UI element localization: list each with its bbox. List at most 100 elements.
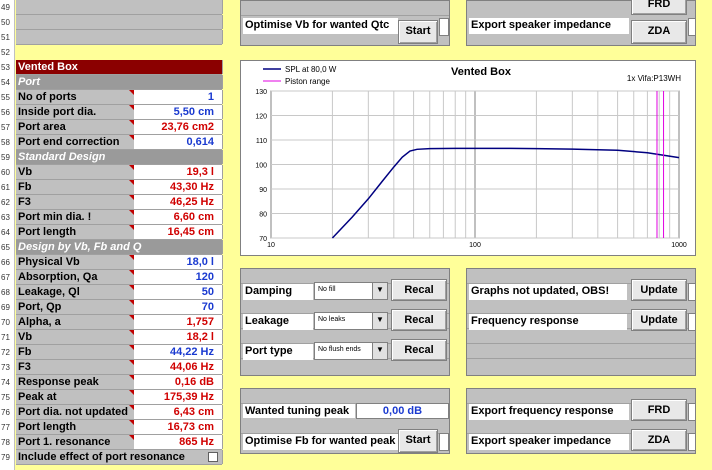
damping-recal-button[interactable]: Recal: [391, 279, 447, 301]
standard-param-row: Fb 43,30 Hz: [16, 180, 223, 195]
include-effect-checkbox[interactable]: [208, 452, 218, 462]
damping-select[interactable]: No fill ▼: [314, 282, 388, 300]
standard-param-row: F3 46,25 Hz: [16, 195, 223, 210]
tuning-box: Wanted tuning peak 0,00 dB Optimise Fb f…: [240, 388, 450, 454]
design-param-value-cell[interactable]: 6,43 cm: [134, 405, 223, 419]
port-type-label: Port type: [243, 344, 313, 360]
leakage-label: Leakage: [243, 314, 313, 330]
row-number: 61: [1, 183, 10, 192]
standard-param-value-cell[interactable]: 6,60 cm: [134, 210, 223, 224]
design-section-header: Design by Vb, Fb and Q: [18, 241, 142, 253]
optimise-fb-start-button[interactable]: Start: [398, 429, 438, 453]
design-param-value-cell[interactable]: 18,0 l: [134, 255, 223, 269]
standard-param-label: F3: [18, 196, 31, 208]
standard-param-value-cell[interactable]: 19,3 l: [134, 165, 223, 179]
design-param-value-cell[interactable]: 18,2 l: [134, 330, 223, 344]
standard-design-header-row: Standard Design: [16, 150, 223, 165]
port-param-value-cell[interactable]: 5,50 cm: [134, 105, 223, 119]
frd-button-top[interactable]: FRD: [631, 0, 687, 15]
chevron-down-icon: ▼: [372, 313, 387, 329]
standard-param-label: Port min dia. !: [18, 211, 92, 223]
design-param-value-cell[interactable]: 44,22 Hz: [134, 345, 223, 359]
row-number: 57: [1, 123, 10, 132]
design-param-row: Absorption, Qa 120: [16, 270, 223, 285]
port-param-value: 1: [207, 91, 214, 103]
design-param-label: Absorption, Qa: [18, 271, 98, 283]
design-param-value-cell[interactable]: 120: [134, 270, 223, 284]
row-number: 77: [1, 423, 10, 432]
design-param-value-cell[interactable]: 70: [134, 300, 223, 314]
optimise-fb-label: Optimise Fb for wanted peak: [243, 434, 398, 450]
design-param-value: 18,2 l: [186, 331, 214, 343]
design-param-value-cell[interactable]: 44,06 Hz: [134, 360, 223, 374]
standard-param-value-cell[interactable]: 46,25 Hz: [134, 195, 223, 209]
graphs-update-button[interactable]: Update: [631, 279, 687, 301]
design-param-label: Response peak: [18, 376, 99, 388]
design-param-value: 865 Hz: [179, 436, 214, 448]
port-type-select-value: No flush ends: [318, 346, 361, 353]
port-param-label: No of ports: [18, 91, 77, 103]
design-param-value-cell[interactable]: 0,16 dB: [134, 375, 223, 389]
include-effect-label: Include effect of port resonance: [18, 451, 185, 463]
y-tick-label: 80: [259, 212, 267, 219]
row-number: 67: [1, 273, 10, 282]
port-type-select[interactable]: No flush ends ▼: [314, 342, 388, 360]
row-number: 74: [1, 378, 10, 387]
port-param-value-cell[interactable]: 0,614: [134, 135, 223, 149]
design-param-label: Port length: [18, 421, 77, 433]
zda-button[interactable]: ZDA: [631, 429, 687, 451]
export-top-result: [688, 18, 696, 36]
y-tick-label: 90: [259, 187, 267, 194]
frd-button[interactable]: FRD: [631, 399, 687, 421]
design-param-value: 44,06 Hz: [169, 361, 214, 373]
row-number: 56: [1, 108, 10, 117]
x-tick-label: 10: [267, 242, 275, 249]
standard-param-value: 46,25 Hz: [169, 196, 214, 208]
design-param-value-cell[interactable]: 50: [134, 285, 223, 299]
cell: [134, 15, 223, 29]
settings-box: Damping No fill ▼ Recal Leakage No leaks ▼…: [240, 268, 450, 376]
export-impedance-top-box: FRD Export speaker impedance ZDA: [466, 0, 696, 46]
row-number: 51: [1, 33, 10, 42]
design-param-label: Peak at: [18, 391, 57, 403]
cell: Vb: [16, 330, 135, 344]
cell: Port 1. resonance: [16, 435, 135, 449]
wanted-tuning-input[interactable]: 0,00 dB: [356, 403, 449, 419]
chevron-down-icon: ▼: [372, 283, 387, 299]
export-box: Export frequency response FRD Export spe…: [466, 388, 696, 454]
export-frequency-status: [688, 403, 696, 421]
y-tick-label: 120: [255, 114, 267, 121]
port-param-row: Port end correction 0,614: [16, 135, 223, 150]
zda-button-top[interactable]: ZDA: [631, 20, 687, 44]
design-param-value-cell[interactable]: 1,757: [134, 315, 223, 329]
port-param-value-cell[interactable]: 23,76 cm2: [134, 120, 223, 134]
y-tick-label: 110: [256, 138, 267, 145]
frequency-update-button[interactable]: Update: [631, 309, 687, 331]
design-param-value-cell[interactable]: 175,39 Hz: [134, 390, 223, 404]
design-param-value: 120: [195, 271, 214, 283]
row-number: 50: [1, 18, 10, 27]
design-param-row: Fb 44,22 Hz: [16, 345, 223, 360]
port-param-value-cell[interactable]: 1: [134, 90, 223, 104]
leakage-recal-button[interactable]: Recal: [391, 309, 447, 331]
design-param-value-cell[interactable]: 16,73 cm: [134, 420, 223, 434]
port-type-recal-button[interactable]: Recal: [391, 339, 447, 361]
leakage-select[interactable]: No leaks ▼: [314, 312, 388, 330]
design-param-row: Port, Qp 70: [16, 300, 223, 315]
cell: Response peak: [16, 375, 135, 389]
design-param-label: Fb: [18, 346, 32, 358]
design-param-value: 1,757: [186, 316, 214, 328]
graphs-not-updated-label: Graphs not updated, OBS!: [469, 284, 627, 300]
leakage-select-value: No leaks: [318, 316, 346, 323]
standard-param-value-cell[interactable]: 16,45 cm: [134, 225, 223, 239]
y-tick-label: 70: [259, 236, 267, 243]
row-number: 60: [1, 168, 10, 177]
standard-param-value-cell[interactable]: 43,30 Hz: [134, 180, 223, 194]
optimise-vb-start-button[interactable]: Start: [398, 20, 438, 44]
row-number: 73: [1, 363, 10, 372]
design-param-value-cell[interactable]: 865 Hz: [134, 435, 223, 449]
cell: [16, 30, 135, 44]
design-param-value: 44,22 Hz: [169, 346, 214, 358]
design-param-row: Alpha, a 1,757: [16, 315, 223, 330]
row-number: 64: [1, 228, 10, 237]
